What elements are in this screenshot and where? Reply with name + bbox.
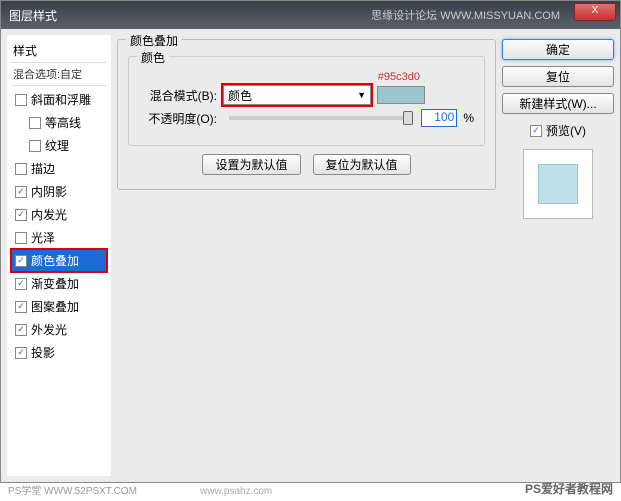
- style-label: 描边: [31, 160, 55, 177]
- cancel-button[interactable]: 复位: [502, 66, 614, 87]
- style-item-9[interactable]: 图案叠加: [11, 295, 107, 318]
- style-list: 斜面和浮雕等高线纹理描边内阴影内发光光泽颜色叠加渐变叠加图案叠加外发光投影: [11, 86, 107, 366]
- ok-button[interactable]: 确定: [502, 39, 614, 60]
- opacity-label: 不透明度(O):: [139, 110, 217, 127]
- action-panel: 确定 复位 新建样式(W)... 预览(V): [502, 35, 614, 476]
- style-item-1[interactable]: 等高线: [11, 111, 107, 134]
- titlebar[interactable]: 图层样式 思缘设计论坛 WWW.MISSYUAN.COM X: [1, 1, 620, 29]
- preview-checkbox[interactable]: [530, 125, 542, 137]
- style-item-11[interactable]: 投影: [11, 341, 107, 364]
- style-item-8[interactable]: 渐变叠加: [11, 272, 107, 295]
- style-label: 内阴影: [31, 183, 67, 200]
- style-checkbox[interactable]: [15, 94, 27, 106]
- blend-options-row[interactable]: 混合选项:自定: [11, 63, 107, 86]
- inner-title: 颜色: [137, 49, 169, 66]
- style-label: 颜色叠加: [31, 252, 79, 269]
- footer-left: PS学堂 WWW.52PSXT.COM: [8, 482, 137, 497]
- style-label: 光泽: [31, 229, 55, 246]
- style-label: 外发光: [31, 321, 67, 338]
- group-title: 颜色叠加: [126, 32, 182, 49]
- reset-default-button[interactable]: 复位为默认值: [313, 154, 411, 175]
- watermark-top: 思缘设计论坛 WWW.MISSYUAN.COM: [371, 7, 560, 23]
- layer-style-dialog: 图层样式 思缘设计论坛 WWW.MISSYUAN.COM X 样式 混合选项:自…: [0, 0, 621, 483]
- percent-label: %: [463, 111, 474, 125]
- style-item-5[interactable]: 内发光: [11, 203, 107, 226]
- style-checkbox[interactable]: [15, 163, 27, 175]
- footer-mid: www.psahz.com: [200, 486, 272, 497]
- style-checkbox[interactable]: [15, 186, 27, 198]
- style-item-4[interactable]: 内阴影: [11, 180, 107, 203]
- style-label: 内发光: [31, 206, 67, 223]
- close-button[interactable]: X: [574, 3, 616, 21]
- blend-options-label: 混合选项:自定: [13, 66, 82, 82]
- color-overlay-group: 颜色叠加 颜色 #95c3d0 混合模式(B): 颜色 ▼: [117, 39, 496, 190]
- blend-mode-value: 颜色: [228, 87, 252, 104]
- style-item-2[interactable]: 纹理: [11, 134, 107, 157]
- style-label: 渐变叠加: [31, 275, 79, 292]
- style-checkbox[interactable]: [15, 347, 27, 359]
- color-group: 颜色 #95c3d0 混合模式(B): 颜色 ▼ 不透明度: [128, 56, 485, 146]
- style-checkbox[interactable]: [15, 301, 27, 313]
- style-checkbox[interactable]: [29, 117, 41, 129]
- preview-label: 预览(V): [546, 122, 586, 139]
- style-item-10[interactable]: 外发光: [11, 318, 107, 341]
- opacity-slider[interactable]: [229, 116, 409, 120]
- style-item-6[interactable]: 光泽: [11, 226, 107, 249]
- style-checkbox[interactable]: [29, 140, 41, 152]
- settings-panel: 颜色叠加 颜色 #95c3d0 混合模式(B): 颜色 ▼: [117, 35, 496, 476]
- style-item-3[interactable]: 描边: [11, 157, 107, 180]
- preview-box: [523, 149, 593, 219]
- style-label: 斜面和浮雕: [31, 91, 91, 108]
- style-checkbox[interactable]: [15, 324, 27, 336]
- style-label: 投影: [31, 344, 55, 361]
- blend-mode-select[interactable]: 颜色 ▼: [223, 85, 371, 105]
- style-item-0[interactable]: 斜面和浮雕: [11, 88, 107, 111]
- style-label: 图案叠加: [31, 298, 79, 315]
- style-checkbox[interactable]: [15, 255, 27, 267]
- color-swatch[interactable]: [377, 86, 425, 104]
- chevron-down-icon: ▼: [357, 90, 366, 100]
- style-label: 纹理: [45, 137, 69, 154]
- set-default-button[interactable]: 设置为默认值: [202, 154, 300, 175]
- style-checkbox[interactable]: [15, 278, 27, 290]
- slider-thumb[interactable]: [403, 111, 413, 125]
- styles-header: 样式: [11, 39, 107, 63]
- style-item-7[interactable]: 颜色叠加: [11, 249, 107, 272]
- styles-panel: 样式 混合选项:自定 斜面和浮雕等高线纹理描边内阴影内发光光泽颜色叠加渐变叠加图…: [7, 35, 111, 476]
- opacity-input[interactable]: 100: [421, 109, 457, 127]
- window-title: 图层样式: [9, 7, 57, 24]
- hex-annotation: #95c3d0: [378, 71, 420, 83]
- new-style-button[interactable]: 新建样式(W)...: [502, 93, 614, 114]
- style-checkbox[interactable]: [15, 232, 27, 244]
- style-label: 等高线: [45, 114, 81, 131]
- footer-right: PS爱好者教程网: [525, 480, 613, 497]
- blend-mode-label: 混合模式(B):: [139, 87, 217, 104]
- preview-swatch: [538, 164, 578, 204]
- style-checkbox[interactable]: [15, 209, 27, 221]
